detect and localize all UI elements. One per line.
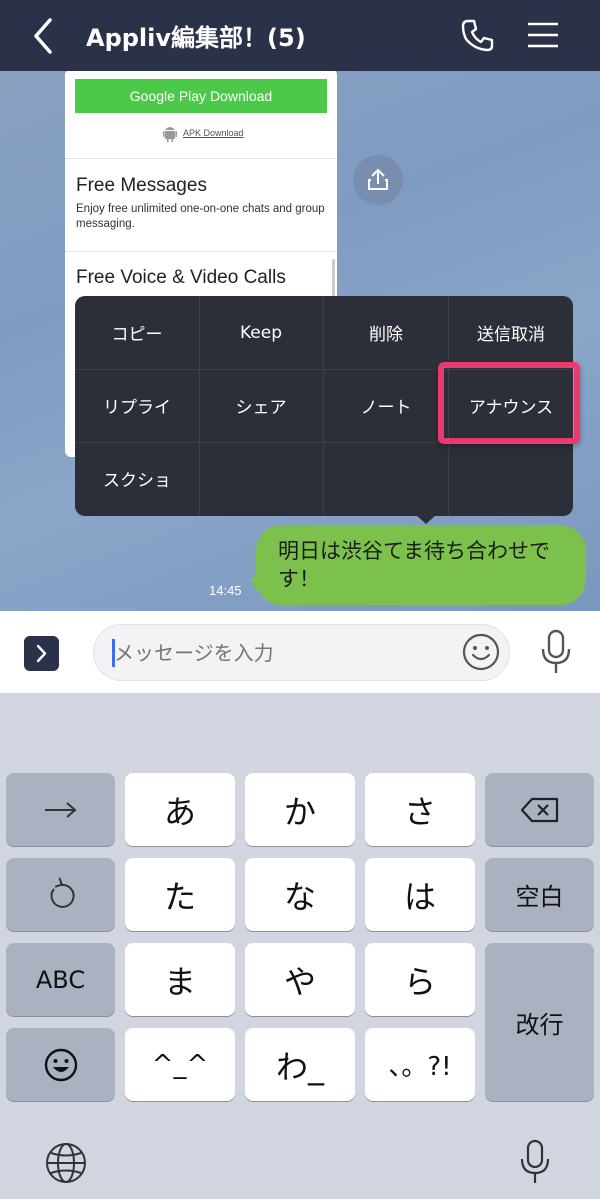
space-key[interactable]: 空白 bbox=[485, 858, 594, 931]
microphone-icon[interactable] bbox=[518, 1137, 552, 1187]
abc-key[interactable]: ABC bbox=[6, 943, 115, 1016]
message-input-bar bbox=[0, 611, 600, 693]
globe-icon[interactable] bbox=[44, 1141, 88, 1185]
kana-key-wa[interactable]: わ_ bbox=[245, 1028, 355, 1101]
undo-key[interactable] bbox=[6, 858, 115, 931]
menu-item-share[interactable]: シェア bbox=[199, 369, 323, 442]
chat-header: Appliv編集部！(5) bbox=[0, 0, 600, 71]
feature-title: Free Messages bbox=[76, 175, 207, 196]
arrow-right-key[interactable] bbox=[6, 773, 115, 846]
menu-item-copy[interactable]: コピー bbox=[75, 296, 199, 369]
undo-icon bbox=[50, 877, 75, 908]
arrow-right-icon bbox=[44, 801, 77, 818]
text-caret bbox=[112, 639, 115, 667]
menu-item-reply[interactable]: リプライ bbox=[75, 369, 199, 442]
kana-key-ya[interactable]: や bbox=[245, 943, 355, 1016]
context-menu-pointer bbox=[416, 515, 436, 524]
smiley-icon[interactable] bbox=[462, 633, 500, 671]
chevron-left-icon[interactable] bbox=[26, 14, 60, 58]
feature-description: Enjoy free unlimited one-on-one chats an… bbox=[76, 203, 325, 230]
phone-icon[interactable] bbox=[460, 17, 496, 53]
announce-highlight-box bbox=[438, 362, 580, 444]
kana-key-ta[interactable]: た bbox=[125, 858, 235, 931]
menu-item-delete[interactable]: 削除 bbox=[324, 296, 448, 369]
google-play-download-button[interactable]: Google Play Download bbox=[75, 79, 327, 113]
menu-item-note[interactable]: ノート bbox=[324, 369, 448, 442]
emoji-icon bbox=[44, 1048, 77, 1081]
android-icon bbox=[163, 127, 177, 142]
feature-title: Free Voice & Video Calls bbox=[76, 267, 286, 288]
chat-title: Appliv編集部！(5) bbox=[86, 24, 306, 52]
kana-key-ka[interactable]: か bbox=[245, 773, 355, 846]
punctuation-key[interactable]: 、。?! bbox=[365, 1028, 475, 1101]
divider bbox=[65, 251, 337, 252]
backspace-key[interactable] bbox=[485, 773, 594, 846]
microphone-icon[interactable] bbox=[538, 627, 574, 677]
share-icon[interactable] bbox=[353, 155, 403, 205]
message-input[interactable] bbox=[93, 624, 510, 681]
kana-key-sa[interactable]: さ bbox=[365, 773, 475, 846]
backspace-icon bbox=[520, 797, 558, 822]
menu-item-keep[interactable]: Keep bbox=[199, 296, 323, 369]
kana-key-ra[interactable]: ら bbox=[365, 943, 475, 1016]
kaomoji-key[interactable]: ^_^ bbox=[125, 1028, 235, 1101]
divider bbox=[65, 158, 337, 159]
kana-key-ha[interactable]: は bbox=[365, 858, 475, 931]
kana-key-na[interactable]: な bbox=[245, 858, 355, 931]
menu-item-unsend[interactable]: 送信取消 bbox=[449, 296, 573, 369]
return-key[interactable]: 改行 bbox=[485, 943, 594, 1101]
apk-download[interactable]: APK Download bbox=[163, 123, 244, 143]
kana-key-ma[interactable]: ま bbox=[125, 943, 235, 1016]
emoji-key[interactable] bbox=[6, 1028, 115, 1101]
menu-item-screenshot[interactable]: スクショ bbox=[75, 442, 199, 515]
apk-download-link[interactable]: APK Download bbox=[183, 128, 244, 138]
chevron-right-icon[interactable] bbox=[24, 636, 59, 671]
hamburger-menu-icon[interactable] bbox=[526, 20, 560, 50]
kana-key-a[interactable]: あ bbox=[125, 773, 235, 846]
message-time: 14:45 bbox=[209, 583, 242, 598]
message-bubble[interactable]: 明日は渋谷てま待ち合わせです！ bbox=[256, 525, 586, 605]
